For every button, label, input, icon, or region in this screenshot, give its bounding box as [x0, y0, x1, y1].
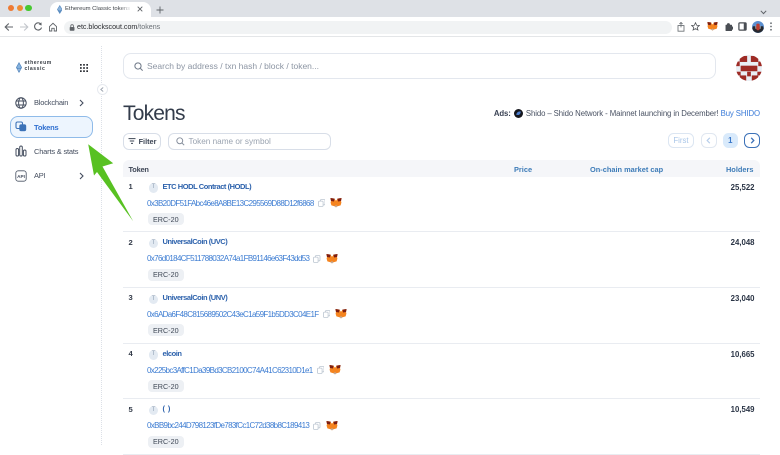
- svg-text:API: API: [17, 173, 25, 178]
